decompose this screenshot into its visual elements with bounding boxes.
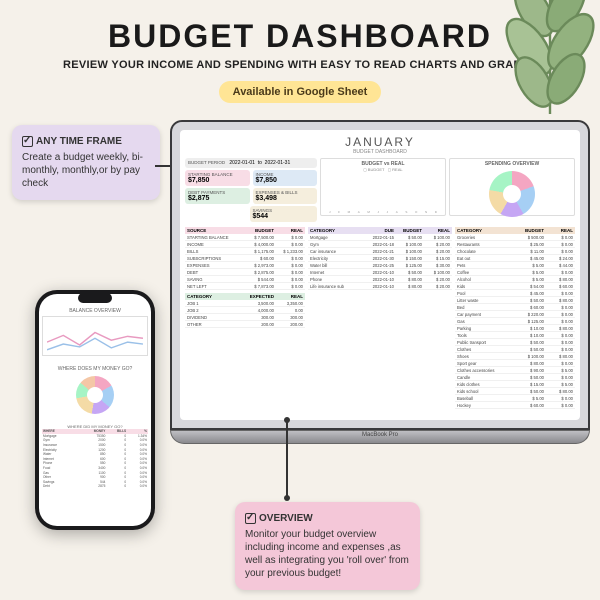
availability-badge: Available in Google Sheet [219, 81, 382, 103]
phone-notch [78, 293, 112, 303]
table-row: STARTING BALANCE$ 7,500.00$ 0.00 [185, 234, 305, 241]
table-row: Insurance150000.0% [42, 443, 148, 448]
table-row: Eat out$ 45.00$ 24.00 [455, 255, 575, 262]
table-row: Gym200000.0% [42, 438, 148, 443]
table-row: JOB 24,000.000.00 [185, 307, 305, 314]
table-row: Gas110000.0% [42, 470, 148, 475]
callout-timeframe: ANY TIME FRAME Create a budget weekly, b… [12, 125, 160, 200]
table-row: Parking$ 10.00$ 80.00 [455, 325, 575, 332]
table-row: Baseball$ 5.00$ 0.00 [455, 395, 575, 402]
laptop-mockup: JANUARY BUDGET DASHBOARD BUDGET PERIOD 2… [170, 120, 590, 444]
table-row: Pool$ 45.00$ 0.00 [455, 290, 575, 297]
table-row: BILLS$ 1,175.00$ 1,233.00 [185, 248, 305, 255]
table-row: Water85000.0% [42, 452, 148, 457]
table-row: Savings54400.0% [42, 480, 148, 485]
table-row: INCOME$ 4,000.00$ 0.00 [185, 241, 305, 248]
table-row: Public transport$ 50.00$ 0.00 [455, 339, 575, 346]
table-row: Clothes accessories$ 90.00$ 5.00 [455, 367, 575, 374]
callout-overview: OVERVIEW Monitor your budget overview in… [235, 502, 420, 590]
donut-icon [76, 376, 114, 414]
chart-balance-overview [42, 316, 148, 356]
table-row: Phone2022-01-10$ 80.00$ 20.00 [308, 276, 452, 283]
table-row: Candle$ 50.00$ 0.00 [455, 374, 575, 381]
donut-icon [489, 171, 535, 217]
decorative-leaf [470, 0, 600, 130]
table-row: Car insurance2022-01-21$ 100.00$ 20.00 [308, 248, 452, 255]
table-row: Internet2022-01-10$ 50.00$ 100.00 [308, 269, 452, 276]
table-row: Litter waste$ 50.00$ 80.00 [455, 297, 575, 304]
table-row: EXPENSES$ 2,973.00$ 0.00 [185, 262, 305, 269]
table-row: NET LEFT$ 7,873.00$ 0.00 [185, 283, 305, 290]
table-row: Food340000.0% [42, 466, 148, 471]
table-row: Mortgage7535001.34% [42, 434, 148, 439]
table-row: Chocolate$ 11.00$ 0.00 [455, 248, 575, 255]
table-row: Other90000.0% [42, 475, 148, 480]
sheet-subtitle: BUDGET DASHBOARD [185, 149, 575, 155]
chart-spending-overview: SPENDING OVERVIEW [449, 158, 575, 216]
table-row: Car payment$ 220.00$ 0.00 [455, 311, 575, 318]
table-row: Kids school$ 50.00$ 80.00 [455, 388, 575, 395]
table-row: SAVING$ 544.00$ 0.00 [185, 276, 305, 283]
table-row: Water bill2022-01-25$ 125.00$ 30.00 [308, 262, 452, 269]
table-row: Electricity120000.0% [42, 447, 148, 452]
table-row: Gym2022-01-18$ 100.00$ 20.00 [308, 241, 452, 248]
pointer-line [286, 420, 288, 498]
sheet-month: JANUARY [185, 135, 575, 149]
table-row: DIVIDEND300.00300.00 [185, 314, 305, 321]
table-row: Life insurance sub2022-01-10$ 80.00$ 20.… [308, 283, 452, 290]
table-row: Shoes$ 100.00$ 80.00 [455, 353, 575, 360]
table-row: DEBT$ 2,875.00$ 0.00 [185, 269, 305, 276]
table-row: Phone55000.0% [42, 461, 148, 466]
table-row: Mortgage2022-01-15$ 50.00$ 100.00 [308, 234, 452, 241]
table-row: Internet60000.0% [42, 457, 148, 462]
check-icon [22, 136, 33, 147]
table-row: OTHER200.00200.00 [185, 321, 305, 328]
table-row: Gas$ 125.00$ 0.00 [455, 318, 575, 325]
table-row: Kids$ 54.00$ 60.00 [455, 283, 575, 290]
table-row: Debt287500.0% [42, 484, 148, 489]
table-row: Clothes$ 50.00$ 0.00 [455, 346, 575, 353]
chart-budget-vs-real: BUDGET vs REAL ◻ BUDGET ◻ REAL JFMAMJJAS… [320, 158, 446, 216]
table-row: Restaurants$ 25.00$ 0.00 [455, 241, 575, 248]
table-row: Pets$ 5.00$ 44.00 [455, 262, 575, 269]
table-row: Bed$ 60.00$ 0.00 [455, 304, 575, 311]
table-row: Kids clothes$ 15.00$ 5.00 [455, 381, 575, 388]
phone-mockup: BALANCE OVERVIEW WHERE DOES MY MONEY GO?… [35, 290, 155, 530]
table-row: Hockey$ 60.00$ 0.00 [455, 402, 575, 409]
table-row: Coffee$ 5.00$ 0.00 [455, 269, 575, 276]
spreadsheet-view: JANUARY BUDGET DASHBOARD BUDGET PERIOD 2… [180, 130, 580, 420]
table-row: Electricity2022-01-30$ 150.00$ 15.00 [308, 255, 452, 262]
check-icon [245, 513, 256, 524]
table-row: JOB 13,500.003,350.00 [185, 300, 305, 307]
table-row: Sport gear$ 80.00$ 0.00 [455, 360, 575, 367]
laptop-base [170, 430, 590, 444]
table-row: Groceries$ 500.00$ 0.00 [455, 234, 575, 241]
table-row: Tools$ 10.00$ 0.00 [455, 332, 575, 339]
table-row: SUBSCRIPTIONS$ 60.00$ 0.00 [185, 255, 305, 262]
table-row: Alcohol$ 5.00$ 80.00 [455, 276, 575, 283]
